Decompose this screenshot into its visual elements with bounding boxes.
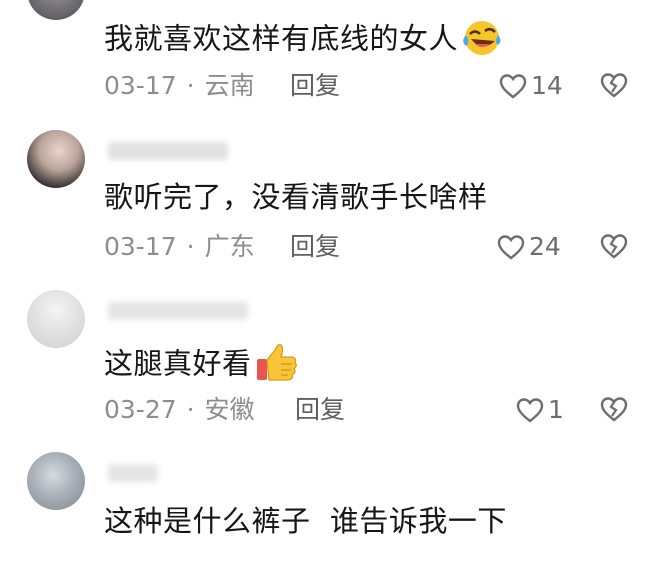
- avatar[interactable]: [27, 452, 85, 510]
- avatar[interactable]: [27, 0, 85, 20]
- comment-text: 歌听完了，没看清歌手长啥样: [104, 180, 488, 214]
- comment-date: 03-27: [104, 395, 177, 424]
- meta-separator: ·: [186, 71, 195, 100]
- comment-text: 这腿真好看: [104, 340, 300, 391]
- reply-button[interactable]: 回复: [290, 232, 340, 262]
- laughing-tears-emoji-icon: [460, 17, 504, 64]
- reply-button[interactable]: 回复: [295, 395, 345, 425]
- comment-text: 这种是什么裤子 谁告诉我一下: [104, 504, 507, 538]
- like-button[interactable]: 1: [516, 395, 564, 425]
- dislike-button[interactable]: [600, 233, 628, 263]
- like-count: 24: [529, 232, 561, 261]
- thumbs-up-emoji-icon: [254, 340, 300, 391]
- username[interactable]: [108, 142, 228, 160]
- comment-text-content: 这腿真好看: [104, 346, 252, 381]
- comment-meta: 03-17 · 云南: [104, 71, 255, 101]
- comment-date: 03-17: [104, 71, 177, 100]
- comment-location: 云南: [204, 71, 255, 100]
- heart-icon: [499, 74, 527, 99]
- broken-heart-icon: [600, 73, 628, 98]
- like-button[interactable]: 24: [497, 232, 561, 262]
- avatar[interactable]: [27, 290, 85, 348]
- heart-icon: [497, 235, 525, 260]
- heart-icon: [516, 398, 544, 423]
- like-count: 1: [548, 395, 564, 424]
- comment-text-content: 歌听完了，没看清歌手长啥样: [104, 180, 488, 214]
- username[interactable]: [108, 302, 248, 320]
- comment-date: 03-17: [104, 232, 177, 261]
- avatar[interactable]: [27, 130, 85, 188]
- dislike-button[interactable]: [600, 396, 628, 426]
- comment-text-content: 这种是什么裤子 谁告诉我一下: [104, 504, 507, 538]
- dislike-button[interactable]: [600, 72, 628, 102]
- username[interactable]: [108, 464, 158, 482]
- like-count: 14: [531, 71, 563, 100]
- broken-heart-icon: [600, 234, 628, 259]
- comment-meta: 03-17 · 广东: [104, 232, 255, 262]
- comment-text-content: 我就喜欢这样有底线的女人: [104, 21, 459, 56]
- comment-location: 安徽: [204, 395, 255, 424]
- meta-separator: ·: [186, 232, 195, 261]
- comment-location: 广东: [204, 232, 255, 261]
- reply-button[interactable]: 回复: [290, 71, 340, 101]
- comment-meta: 03-27 · 安徽: [104, 395, 255, 425]
- broken-heart-icon: [600, 397, 628, 422]
- meta-separator: ·: [186, 395, 195, 424]
- like-button[interactable]: 14: [499, 71, 563, 101]
- comment-text: 我就喜欢这样有底线的女人: [104, 17, 504, 64]
